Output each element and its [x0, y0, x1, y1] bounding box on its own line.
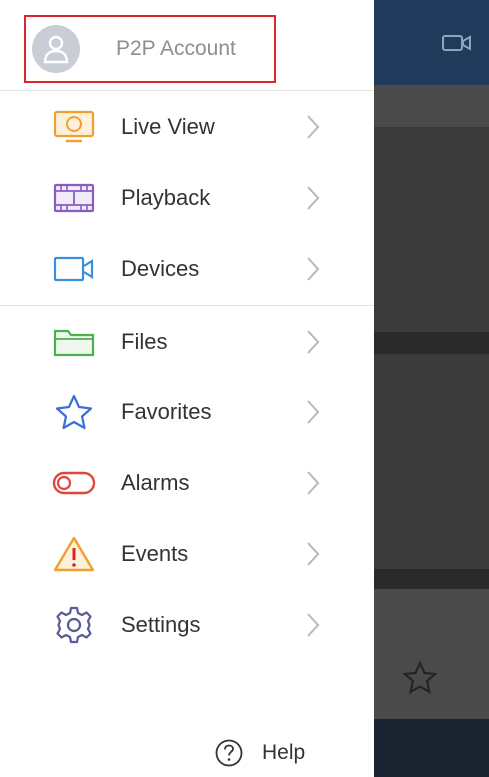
control-panel [374, 589, 489, 719]
user-avatar-icon [32, 25, 80, 73]
chevron-right-icon [307, 115, 320, 139]
chevron-right-icon [307, 613, 320, 637]
chevron-right-icon [307, 400, 320, 424]
menu-item-events[interactable]: Events [0, 519, 374, 589]
warning-icon [50, 534, 98, 574]
toggle-icon [50, 463, 98, 503]
menu-item-devices[interactable]: Devices [0, 234, 374, 304]
chevron-right-icon [307, 257, 320, 281]
menu-item-label: Settings [121, 612, 201, 637]
monitor-icon [50, 107, 98, 147]
panel-separator [374, 332, 489, 354]
help-button[interactable]: Help [214, 738, 305, 768]
menu-item-files[interactable]: Files [0, 307, 374, 377]
gear-icon [50, 605, 98, 645]
menu-item-playback[interactable]: Playback [0, 163, 374, 233]
menu-item-label: Playback [121, 185, 211, 210]
menu-item-alarms[interactable]: Alarms [0, 448, 374, 518]
menu-item-label: Live View [121, 114, 215, 139]
bottom-bar [374, 719, 489, 777]
folder-icon [50, 322, 98, 362]
star-icon [50, 392, 98, 432]
menu-item-label: Favorites [121, 399, 212, 424]
chevron-right-icon [307, 186, 320, 210]
divider [0, 90, 374, 91]
menu-item-label: Events [121, 541, 189, 566]
main-tab-strip [374, 85, 489, 127]
main-screen-background [374, 0, 489, 777]
menu-item-live-view[interactable]: Live View [0, 92, 374, 162]
divider [0, 305, 374, 306]
chevron-right-icon [307, 330, 320, 354]
menu-item-settings[interactable]: Settings [0, 590, 374, 660]
video-camera-icon[interactable] [442, 33, 472, 53]
star-icon[interactable] [402, 660, 438, 696]
camera-icon [50, 249, 98, 289]
question-icon [215, 739, 243, 767]
film-icon [50, 178, 98, 218]
p2p-account-button[interactable]: P2P Account [24, 15, 276, 83]
menu-item-label: Alarms [121, 470, 190, 495]
menu-item-favorites[interactable]: Favorites [0, 377, 374, 447]
navigation-drawer: P2P Account Live View Playback Devices F… [0, 0, 374, 777]
video-panel[interactable] [374, 127, 489, 332]
menu-item-label: Files [121, 329, 168, 354]
help-label: Help [262, 741, 306, 764]
panel-separator [374, 569, 489, 589]
video-panel[interactable] [374, 354, 489, 569]
chevron-right-icon [307, 471, 320, 495]
account-label: P2P Account [116, 37, 236, 60]
chevron-right-icon [307, 542, 320, 566]
menu-item-label: Devices [121, 256, 200, 281]
